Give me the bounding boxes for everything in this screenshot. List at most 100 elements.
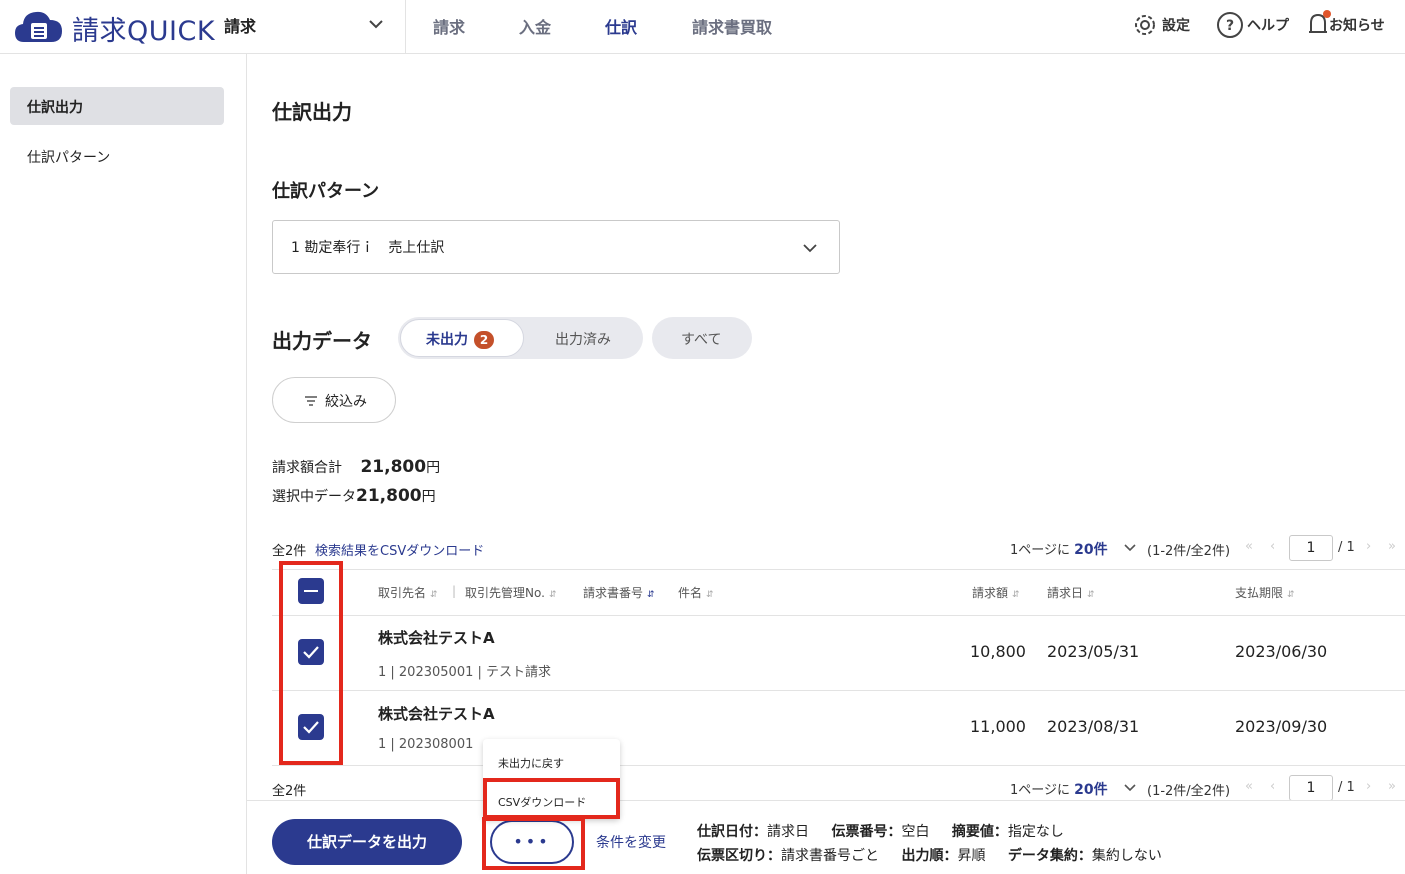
settings-button[interactable]: 設定 [1130, 10, 1190, 40]
notice-label: お知らせ [1329, 18, 1385, 34]
sidebar-item-journal-output[interactable]: 仕訳出力 [10, 87, 224, 125]
bottom-list-count: 全2件 [272, 784, 307, 799]
row-invoice-date: 2023/08/31 [1047, 717, 1140, 736]
pattern-heading: 仕訳パターン [272, 181, 380, 202]
first-page-icon[interactable]: « [1245, 779, 1253, 794]
sidebar: 仕訳出力 仕訳パターン [0, 54, 247, 874]
highlight-checkboxes [279, 561, 343, 765]
selected-summary: 選択中データ21,800円 [272, 486, 436, 506]
last-page-icon[interactable]: » [1388, 779, 1396, 794]
th-client[interactable]: 取引先名 ⇵ [378, 584, 438, 601]
per-page-prefix: 1ページに [1010, 783, 1071, 798]
tab-all[interactable]: すべて [652, 317, 752, 359]
per-page-select-bottom[interactable]: 1ページに 20件 [1010, 779, 1108, 799]
th-invoice-date[interactable]: 請求日 ⇵ [1047, 584, 1095, 601]
row-divider [272, 765, 1405, 766]
list-count: 全2件 [272, 544, 307, 559]
cond-value: 請求日 [767, 824, 809, 840]
next-page-icon[interactable]: › [1366, 539, 1371, 554]
row-sub-info: 1 | 202305001 | テスト請求 [378, 665, 551, 680]
tab-exported[interactable]: 出力済み [555, 329, 611, 349]
selected-value: 21,800 [356, 486, 422, 506]
nav-journal[interactable]: 仕訳 [605, 14, 637, 38]
sidebar-item-journal-pattern[interactable]: 仕訳パターン [10, 137, 224, 175]
svg-text:?: ? [1226, 18, 1234, 34]
app-logo-text: 請求QUICK [72, 16, 216, 47]
cloud-logo-icon[interactable] [14, 8, 64, 46]
cond-value: 指定なし [1007, 824, 1064, 840]
chevron-down-icon[interactable] [366, 14, 386, 34]
prev-page-icon[interactable]: ‹ [1270, 779, 1275, 794]
sort-icon: ⇵ [548, 590, 557, 600]
menu-item-revert-unexported[interactable]: 未出力に戻す [498, 755, 564, 771]
notice-button[interactable]: お知らせ [1307, 10, 1385, 40]
highlight-more-button [482, 817, 585, 870]
cond-key: 出力順： [901, 848, 958, 864]
nav-invoice-purchase[interactable]: 請求書買取 [692, 14, 772, 38]
cond-value: 空白 [901, 824, 930, 840]
help-button[interactable]: ? ヘルプ [1215, 10, 1289, 40]
sort-asc-icon: ⇵ [647, 590, 655, 600]
product-select[interactable]: 請求 [224, 13, 256, 37]
th-amount-label: 請求額 [972, 586, 1009, 600]
th-subject[interactable]: 件名 ⇵ [678, 584, 714, 601]
filter-button[interactable]: 絞込み [272, 377, 396, 423]
chevron-down-icon [803, 244, 817, 253]
help-label: ヘルプ [1247, 18, 1289, 34]
per-page-value: 20件 [1074, 542, 1108, 558]
chevron-down-icon[interactable] [1122, 540, 1138, 556]
th-invoice-date-label: 請求日 [1047, 586, 1084, 600]
nav-invoice[interactable]: 請求 [433, 14, 465, 38]
cond-value: 昇順 [957, 848, 986, 864]
th-due-date-label: 支払期限 [1235, 586, 1284, 600]
th-amount[interactable]: 請求額 ⇵ [972, 584, 1020, 601]
first-page-icon[interactable]: « [1245, 539, 1253, 554]
tab-all-label: すべて [681, 332, 722, 348]
page-range-bottom: (1-2件/全2件) [1147, 784, 1231, 799]
th-separator: | [452, 584, 457, 598]
page-number-input[interactable]: 1 [1289, 535, 1333, 561]
per-page-select[interactable]: 1ページに 20件 [1010, 539, 1108, 559]
row-due-date: 2023/06/30 [1235, 642, 1328, 661]
csv-search-download-link[interactable]: 検索結果をCSVダウンロード [315, 540, 484, 559]
page-title: 仕訳出力 [272, 100, 352, 124]
sort-icon: ⇵ [430, 590, 438, 600]
page-total: / 1 [1338, 540, 1355, 555]
export-journal-button[interactable]: 仕訳データを出力 [272, 819, 462, 865]
sidebar-item-label: 仕訳パターン [27, 150, 111, 166]
total-label: 請求額合計 [272, 460, 342, 476]
total-value: 21,800 [360, 457, 427, 477]
cond-key: 伝票番号： [831, 824, 902, 840]
th-due-date[interactable]: 支払期限 ⇵ [1235, 584, 1295, 601]
conditions-line-2: 伝票区切り：請求書番号ごと 出力順：昇順 データ集約：集約しない [697, 845, 1162, 865]
th-invoice-no-label: 請求書番号 [583, 586, 644, 600]
header-divider [405, 0, 406, 54]
cond-key: 摘要値： [951, 824, 1008, 840]
th-invoice-no[interactable]: 請求書番号 ⇵ [583, 584, 655, 601]
last-page-icon[interactable]: » [1388, 539, 1396, 554]
filter-icon [305, 396, 317, 406]
help-icon: ? [1217, 12, 1243, 38]
row-due-date: 2023/09/30 [1235, 717, 1328, 736]
nav-payment[interactable]: 入金 [519, 14, 551, 38]
table-top-border [272, 569, 1405, 570]
tab-unexported-label: 未出力 [426, 332, 468, 348]
row-amount: 10,800 [970, 642, 1026, 661]
tab-unexported[interactable]: 未出力 2 [400, 319, 524, 357]
filter-label: 絞込み [325, 394, 367, 410]
footer-divider [247, 800, 1405, 801]
page-number-input-bottom[interactable]: 1 [1289, 775, 1333, 801]
change-conditions-link[interactable]: 条件を変更 [596, 832, 666, 852]
pattern-select[interactable]: 1 勘定奉行ｉ 売上仕訳 [272, 220, 840, 274]
cond-key: 伝票区切り： [697, 848, 781, 864]
notification-dot [1323, 10, 1331, 18]
sort-icon: ⇵ [1287, 590, 1295, 600]
cond-value: 請求書番号ごと [781, 848, 879, 864]
cond-key: データ集約： [1007, 848, 1092, 864]
th-subject-label: 件名 [678, 586, 703, 600]
th-client-no[interactable]: 取引先管理No. ⇵ [465, 584, 556, 601]
highlight-csv-download [483, 778, 620, 819]
prev-page-icon[interactable]: ‹ [1270, 539, 1275, 554]
chevron-down-icon[interactable] [1122, 780, 1138, 796]
next-page-icon[interactable]: › [1366, 779, 1371, 794]
